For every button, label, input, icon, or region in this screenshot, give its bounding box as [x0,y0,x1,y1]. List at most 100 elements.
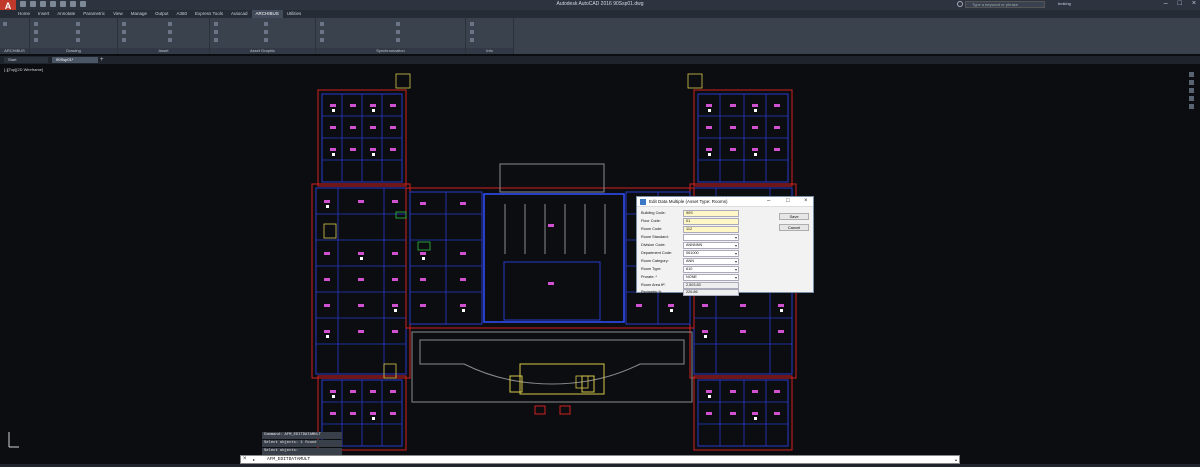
field-label: Prorate: * [641,275,658,279]
ribbon-button[interactable] [214,29,220,35]
dialog-minimize-button[interactable]: – [767,198,770,204]
panel-synchronization: Synchronization [316,18,466,54]
equipment-marks [395,211,675,251]
chevron-up-icon[interactable]: ▴ [955,457,957,462]
ribbon-button[interactable] [396,29,402,35]
dialog-titlebar[interactable]: Edit Data Multiple (Asset Type: Rooms) –… [637,197,813,207]
prorate-select[interactable]: NONE ▾ [683,274,739,281]
building-code-input[interactable]: 90S [683,210,739,217]
tab-a360[interactable]: A360 [173,10,192,18]
cancel-button[interactable]: Cancel [779,224,809,231]
field-room-standard: Room Standard: ▾ [641,234,741,241]
ribbon-button[interactable] [320,37,326,43]
field-room-category: Room Category: ANN ▾ [641,258,741,265]
tab-manage[interactable]: Manage [127,10,151,18]
panel-label: Info [466,48,513,54]
close-icon[interactable]: × [243,456,247,462]
ribbon-button[interactable] [122,21,128,27]
command-input[interactable] [265,456,945,463]
room-standard-select[interactable]: ▾ [683,234,739,241]
tab-parametric[interactable]: Parametric [79,10,109,18]
search-icon[interactable] [957,1,963,7]
new-tab-button[interactable]: + [100,57,106,63]
room-area-value: 2,503.83 [683,282,739,289]
ribbon-button[interactable] [34,37,40,43]
tab-drawing[interactable]: 90Ssp01* [52,57,98,63]
close-button[interactable]: × [1192,0,1196,7]
ribbon-button[interactable] [76,21,82,27]
ribbon: ARCHIBUS Drawing Asset Asset Graphic Syn [0,18,1200,54]
tab-annotate[interactable]: Annotate [53,10,79,18]
maximize-button[interactable]: □ [1178,0,1182,7]
ribbon-button[interactable] [470,21,476,27]
tab-autocad[interactable]: Autocad [227,10,252,18]
chevron-down-icon: ▾ [734,235,737,240]
ribbon-button[interactable] [396,37,402,43]
tab-home[interactable]: Home [14,10,34,18]
panel-label: Synchronization [316,48,465,54]
tab-view[interactable]: View [109,10,127,18]
field-department-code: Department Code: 061000 ▾ [641,250,741,257]
minimize-button[interactable]: – [1164,0,1168,7]
command-history-line: Command: AFM_EDITDATAMULT [262,432,342,439]
ribbon-button[interactable] [122,29,128,35]
ribbon-button[interactable] [122,37,128,43]
ribbon-button[interactable] [214,37,220,43]
room-code-input[interactable]: 112 [683,226,739,233]
ribbon-button[interactable] [168,21,174,27]
command-history-line: Select objects: [262,448,342,455]
ribbon-button[interactable] [168,29,174,35]
ribbon-button[interactable] [168,37,174,43]
save-button[interactable]: Save [779,213,809,220]
room-category-select[interactable]: ANN ▾ [683,258,739,265]
field-label: Perimeter ft: [641,290,662,294]
floor-code-input[interactable]: 01 [683,218,739,225]
department-code-select[interactable]: 061000 ▾ [683,250,739,257]
panel-label: Asset [118,48,209,54]
panel-label: Drawing [30,48,117,54]
dialog-app-icon [640,199,646,205]
user-name[interactable]: bmking [1058,1,1071,6]
ribbon-button[interactable] [76,29,82,35]
ribbon-button[interactable] [34,29,40,35]
tab-archibus[interactable]: ARCHIBUS [251,10,283,18]
field-label: Room Area ft²: [641,283,666,287]
tab-insert[interactable]: Insert [34,10,53,18]
field-perimeter: Perimeter ft: 226.86 [641,289,741,296]
dialog-maximize-button[interactable]: □ [786,198,790,204]
field-floor-code: Floor Code: 01 [641,218,741,225]
ribbon-button[interactable] [396,21,402,27]
ribbon-button[interactable] [264,29,270,35]
ribbon-button[interactable] [3,21,9,27]
ucs-icon [8,432,19,448]
ribbon-button[interactable] [320,21,326,27]
entrance-plaza [411,331,693,415]
ribbon-button[interactable] [34,21,40,27]
chevron-down-icon: ▾ [734,259,737,264]
ribbon-button[interactable] [264,37,270,43]
panel-asset-graphic: Asset Graphic [210,18,316,54]
tab-start[interactable]: Start [4,57,48,63]
ribbon-button[interactable] [76,37,82,43]
ribbon-button[interactable] [214,21,220,27]
ribbon-button[interactable] [264,21,270,27]
search-input[interactable]: Type a keyword or phrase [965,1,1045,8]
window-controls: – □ × [1164,0,1196,7]
field-label: Division Code: [641,243,666,247]
field-label: Building Code: [641,211,666,215]
tab-express-tools[interactable]: Express Tools [191,10,227,18]
tab-utilities[interactable]: Utilities [283,10,306,18]
dialog-close-button[interactable]: × [804,198,808,204]
document-tabs: Start 90Ssp01* + [0,56,1200,64]
chevron-down-icon: ▾ [734,243,737,248]
ribbon-button[interactable] [470,29,476,35]
tab-output[interactable]: Output [151,10,173,18]
dialog-title: Edit Data Multiple (Asset Type: Rooms) [649,199,728,204]
division-code-select[interactable]: ANNNNN ▾ [683,242,739,249]
field-label: Room Category: [641,259,669,263]
ribbon-button[interactable] [320,29,326,35]
command-history: Command: AFM_EDITDATAMULT Select objects… [262,432,342,456]
ribbon-button[interactable] [470,37,476,43]
panel-label: ARCHIBUS [0,48,29,54]
room-type-select[interactable]: 610 ▾ [683,266,739,273]
